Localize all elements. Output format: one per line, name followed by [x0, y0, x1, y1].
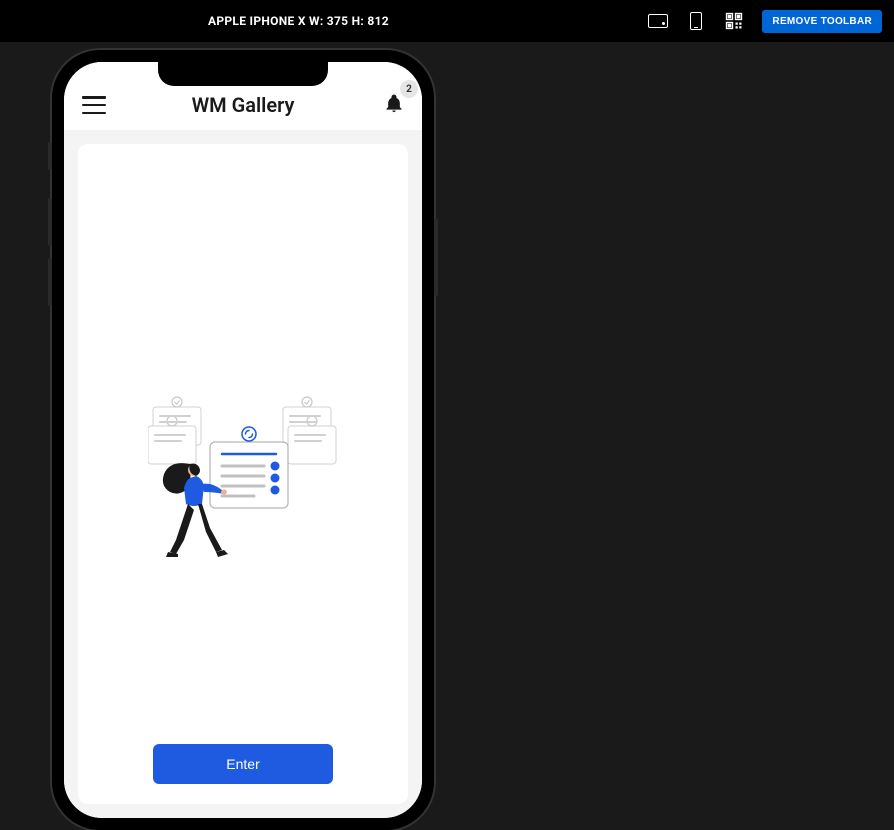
qr-code-icon	[725, 12, 743, 30]
enter-button[interactable]: Enter	[153, 744, 333, 784]
portrait-toggle[interactable]	[686, 13, 706, 29]
toolbar-left: APPLE IPHONE X W: 375 H: 812	[0, 14, 389, 28]
qr-code-button[interactable]	[724, 13, 744, 29]
app-body: Enter	[64, 130, 422, 818]
notifications-button[interactable]: 2	[384, 92, 404, 118]
phone-frame: WM Gallery 2	[52, 50, 434, 830]
phone-mute-switch	[48, 142, 52, 170]
toolbar-right: REMOVE TOOLBAR	[648, 10, 882, 33]
remove-toolbar-button[interactable]: REMOVE TOOLBAR	[762, 10, 882, 33]
phone-volume-down	[48, 258, 52, 306]
notification-badge: 2	[400, 80, 418, 98]
hamburger-icon	[82, 96, 106, 99]
phone-volume-up	[48, 198, 52, 246]
app-title: WM Gallery	[192, 93, 295, 117]
phone-power-button	[434, 218, 438, 296]
onboarding-illustration	[98, 224, 388, 724]
dev-toolbar: APPLE IPHONE X W: 375 H: 812 REMOVE TOOL…	[0, 0, 894, 42]
portrait-icon	[690, 12, 702, 30]
device-info-label: APPLE IPHONE X W: 375 H: 812	[208, 14, 389, 28]
bell-icon	[384, 92, 404, 114]
landscape-toggle[interactable]	[648, 13, 668, 29]
landscape-icon	[648, 14, 668, 28]
phone-screen: WM Gallery 2	[64, 62, 422, 818]
menu-button[interactable]	[82, 96, 106, 114]
phone-notch	[158, 62, 328, 86]
main-card: Enter	[78, 144, 408, 804]
